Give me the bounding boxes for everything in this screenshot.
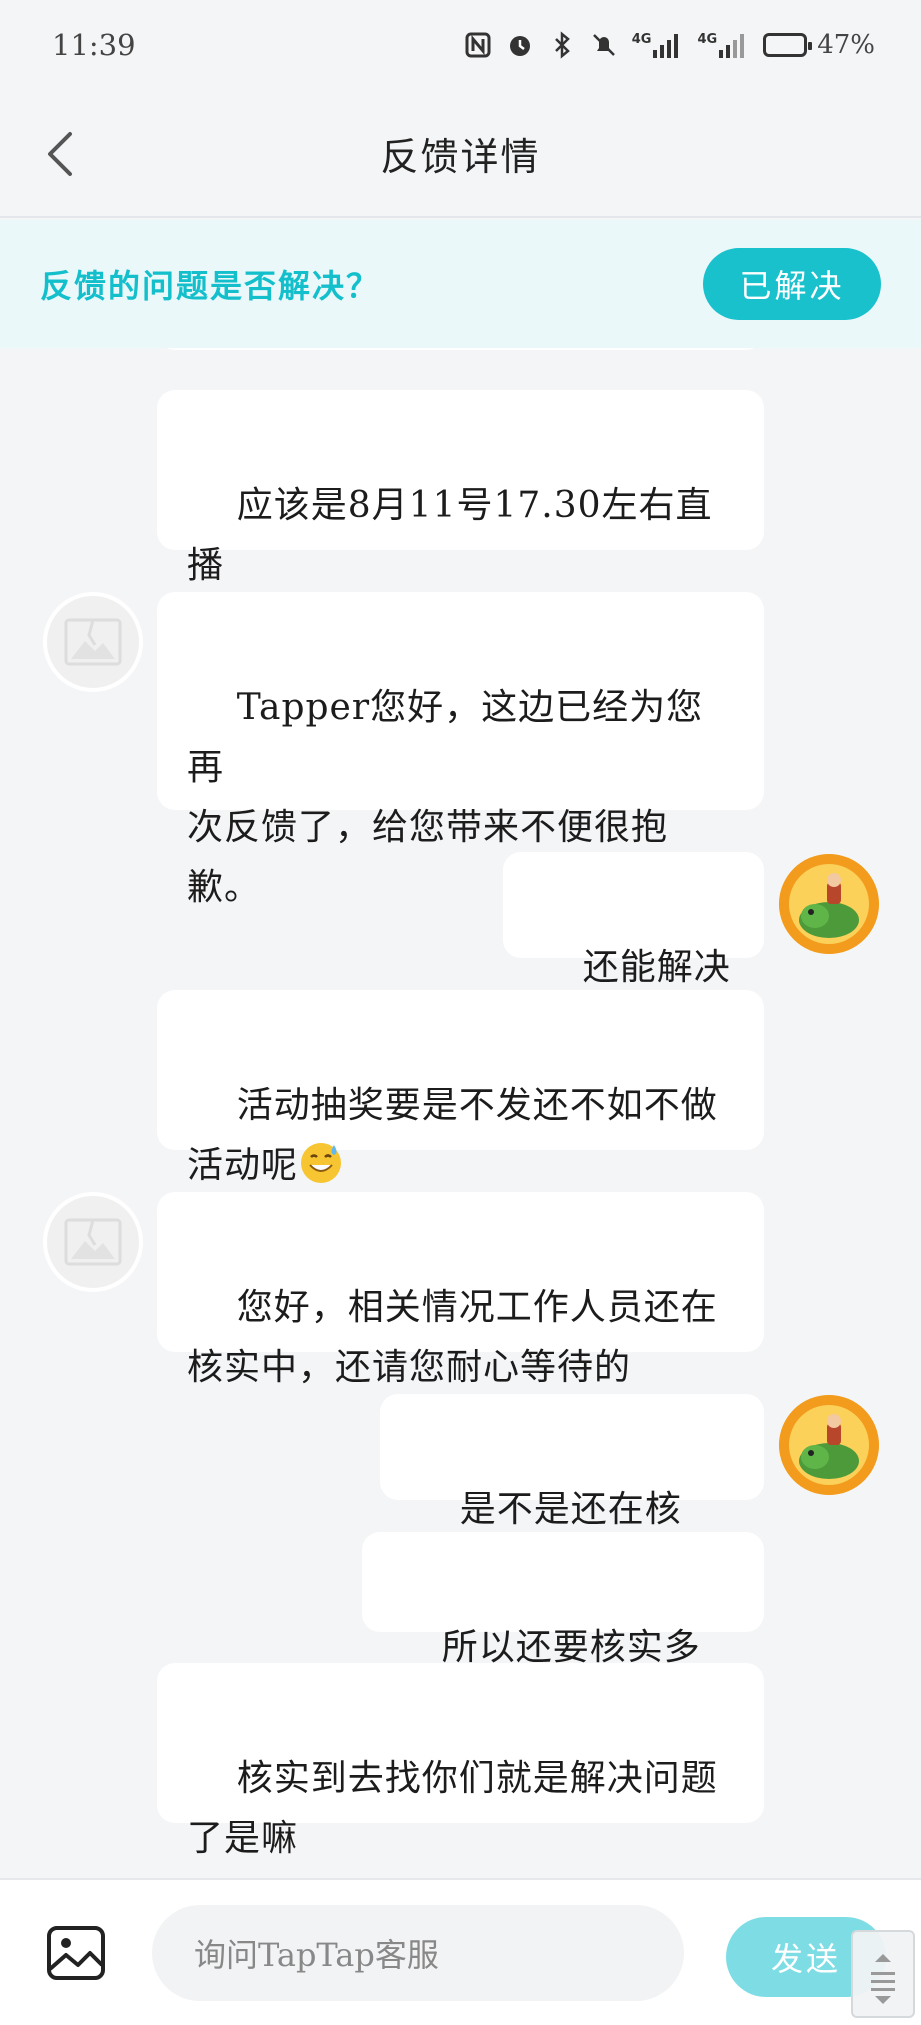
user-avatar[interactable]: [779, 854, 879, 954]
network-label: 4G: [697, 32, 718, 47]
message-bubble: 应该是8月11号17.30左右直播 抽的: [157, 390, 764, 646]
message-text: 活动抽奖要是不发还不如不做 活动呢: [187, 1085, 718, 1186]
scroll-handle[interactable]: [851, 1930, 915, 2018]
message-bubble: 所以还要核实多久?: [362, 1532, 764, 1728]
signal-4g-icon: 4G: [632, 32, 684, 58]
status-bar: 11:39 4G 4G 47%: [0, 0, 921, 90]
message-text: 您好，相关情况工作人员还在 核实中，还请您耐心等待的: [187, 1287, 718, 1388]
resolution-question: 反馈的问题是否解决？: [40, 267, 381, 305]
message-bubble: 还能解决嘛: [503, 852, 764, 1048]
message-text: 核实到去找你们就是解决问题 了是嘛: [187, 1758, 718, 1859]
message-bubble: 核实到去找你们就是解决问题 了是嘛: [157, 1663, 764, 1859]
image-icon[interactable]: [46, 1925, 106, 1981]
message-bubble: 您好，相关情况工作人员还在 核实中，还请您耐心等待的: [157, 1192, 764, 1388]
chevron-left-icon[interactable]: [40, 124, 80, 184]
ask-input-placeholder: 询问TapTap客服: [194, 1936, 439, 1974]
message-bubble: Tapper您好，这边已经为您再 次反馈了，给您带来不便很抱 歉。: [157, 592, 764, 908]
status-icons: 4G 4G 47%: [464, 30, 875, 60]
battery-percent: 47%: [817, 30, 875, 60]
signal-4g-icon: 4G: [697, 32, 749, 58]
header: 反馈详情: [0, 90, 921, 218]
dinosaur-rider-avatar-icon: [779, 1395, 879, 1495]
battery-icon: [763, 33, 813, 57]
broken-image-icon: [64, 1218, 122, 1266]
nfc-icon: [465, 32, 491, 58]
resolved-button[interactable]: 已解决: [703, 248, 881, 320]
ask-input[interactable]: 询问TapTap客服: [152, 1905, 684, 2001]
page-title: 反馈详情: [380, 134, 541, 179]
alarm-icon: [509, 36, 530, 56]
broken-image-icon: [64, 618, 122, 666]
dinosaur-rider-avatar-icon: [779, 854, 879, 954]
status-time: 11:39: [52, 28, 136, 62]
support-avatar[interactable]: [43, 1192, 143, 1292]
input-bar: 询问TapTap客服 发送: [0, 1878, 921, 2025]
sweat-smile-emoji: [301, 1143, 342, 1183]
message-bubble: 是不是还在核实？: [380, 1394, 764, 1590]
user-avatar[interactable]: [779, 1395, 879, 1495]
chat-area[interactable]: 应该是8月11号17.30左右直播 抽的 Tapper您好，这边已经为您再 次反…: [0, 330, 921, 1878]
resolution-banner: 反馈的问题是否解决？ 已解决: [0, 220, 921, 348]
scroll-handle-icon: [871, 1954, 895, 2004]
message-bubble: 活动抽奖要是不发还不如不做 活动呢: [157, 990, 764, 1186]
mute-icon: [592, 34, 615, 56]
network-label: 4G: [631, 32, 652, 47]
battery: 47%: [763, 30, 875, 60]
bluetooth-icon: [554, 31, 570, 59]
support-avatar[interactable]: [43, 592, 143, 692]
